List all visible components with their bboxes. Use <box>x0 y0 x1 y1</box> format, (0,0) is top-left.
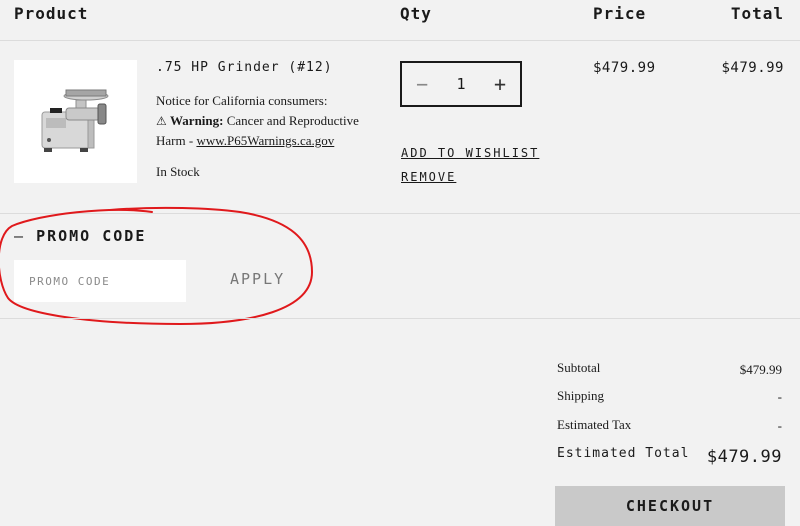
item-price: $479.99 <box>593 60 656 76</box>
stock-status: In Stock <box>156 164 200 179</box>
plus-icon[interactable]: + <box>480 63 520 105</box>
quantity-value[interactable]: 1 <box>442 63 480 105</box>
minus-icon[interactable]: − <box>402 63 442 105</box>
estimated-tax-value: - <box>777 418 782 433</box>
estimated-tax-label: Estimated Tax <box>557 417 632 432</box>
column-header-qty: Qty <box>400 4 432 23</box>
quantity-stepper: − 1 + <box>400 61 522 107</box>
product-image[interactable] <box>14 60 137 183</box>
shipping-value: - <box>777 389 782 404</box>
meat-grinder-image <box>41 89 109 152</box>
product-title[interactable]: .75 HP Grinder (#12) <box>156 60 333 75</box>
estimated-total-label: Estimated Total <box>557 446 690 461</box>
subtotal-label: Subtotal <box>557 360 601 375</box>
notice-line: Notice for California consumers: <box>156 93 328 108</box>
prop65-notice: Notice for California consumers: ⚠ Warni… <box>156 91 381 151</box>
column-header-total: Total <box>730 4 784 23</box>
warning-label: Warning: <box>170 113 224 128</box>
subtotal-value: $479.99 <box>739 362 782 377</box>
item-total: $479.99 <box>721 60 784 76</box>
warning-triangle-icon: ⚠ <box>156 114 167 128</box>
add-to-wishlist-link[interactable]: ADD TO WISHLIST <box>401 146 539 160</box>
estimated-total-value: $479.99 <box>706 447 782 467</box>
header-divider <box>0 40 800 41</box>
p65-warnings-link[interactable]: www.P65Warnings.ca.gov <box>196 133 334 148</box>
checkout-button[interactable]: CHECKOUT <box>555 486 785 526</box>
red-annotation-circle <box>0 206 314 326</box>
promo-divider <box>0 318 800 319</box>
column-header-price: Price <box>593 4 647 23</box>
remove-link[interactable]: REMOVE <box>401 170 456 184</box>
shipping-label: Shipping <box>557 388 604 403</box>
column-header-product: Product <box>14 4 89 23</box>
